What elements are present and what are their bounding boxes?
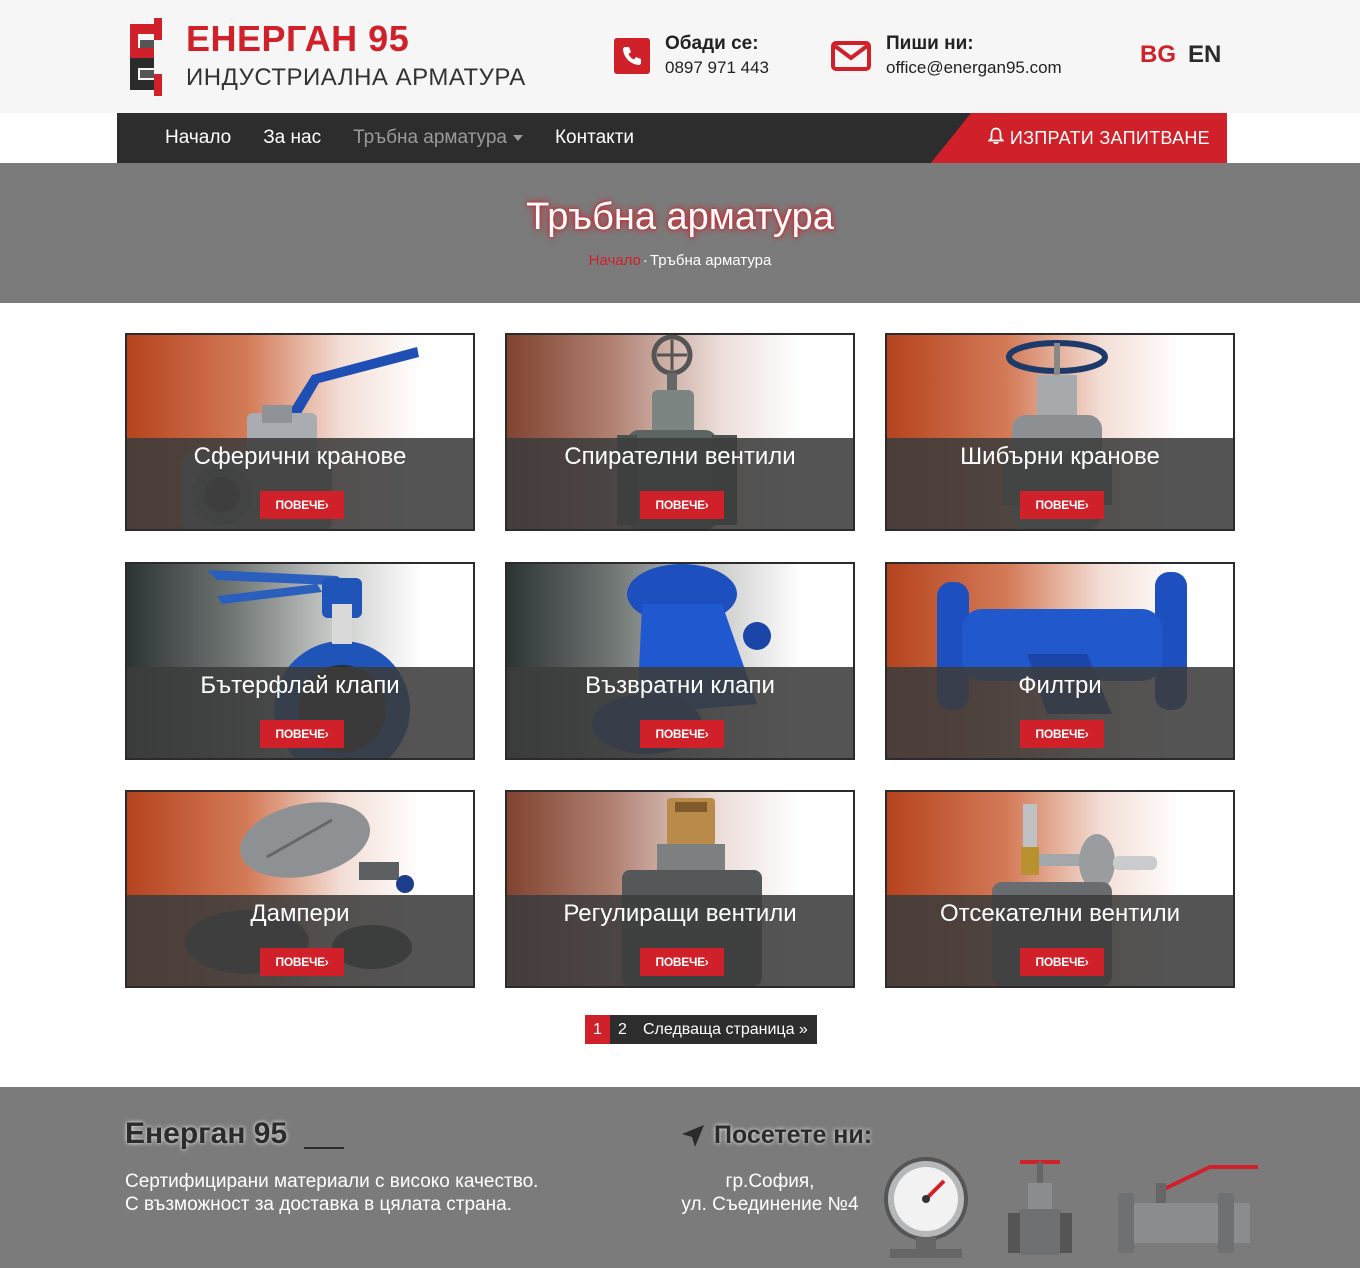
product-title[interactable]: Бътерфлай клапи bbox=[127, 672, 473, 700]
visit-heading: Посетете ни: bbox=[680, 1121, 872, 1150]
product-title[interactable]: Отсекателни вентили bbox=[887, 900, 1233, 928]
product-card[interactable]: Отсекателни вентили ПОВЕЧЕ › bbox=[885, 790, 1235, 988]
more-button[interactable]: ПОВЕЧЕ › bbox=[1020, 491, 1104, 519]
lang-en[interactable]: EN bbox=[1188, 41, 1221, 69]
product-card[interactable]: Шибърни кранове ПОВЕЧЕ › bbox=[885, 333, 1235, 531]
product-title[interactable]: Спирателни вентили bbox=[507, 443, 853, 471]
more-button[interactable]: ПОВЕЧЕ › bbox=[640, 720, 724, 748]
next-page-button[interactable]: Следваща страница » bbox=[635, 1015, 817, 1044]
nav-item-about[interactable]: За нас bbox=[247, 113, 337, 163]
more-button[interactable]: ПОВЕЧЕ › bbox=[640, 948, 724, 976]
footer-valves-illustration bbox=[884, 1157, 1258, 1258]
breadcrumb-separator: · bbox=[642, 252, 648, 269]
pagination: 1 2 Следваща страница » bbox=[585, 1015, 817, 1044]
product-card[interactable]: Сферични кранове ПОВЕЧЕ › bbox=[125, 333, 475, 531]
product-card[interactable]: Бътерфлай клапи ПОВЕЧЕ › bbox=[125, 562, 475, 760]
phone-label: Обади се: bbox=[665, 33, 759, 54]
location-arrow-icon bbox=[682, 1124, 704, 1147]
chevron-right-icon: › bbox=[704, 498, 709, 512]
send-inquiry-button[interactable]: ИЗПРАТИ ЗАПИТВАНЕ bbox=[931, 113, 1227, 163]
more-button[interactable]: ПОВЕЧЕ › bbox=[260, 720, 344, 748]
main-nav: Начало За нас Тръбна арматура Контакти И… bbox=[117, 113, 1227, 163]
site-footer: Енерган 95 Сертифицирани материали с вис… bbox=[0, 1087, 1360, 1268]
product-title[interactable]: Филтри bbox=[887, 672, 1233, 700]
more-label: ПОВЕЧЕ bbox=[655, 955, 706, 969]
nav-item-contacts[interactable]: Контакти bbox=[539, 113, 650, 163]
send-inquiry-label: ИЗПРАТИ ЗАПИТВАНЕ bbox=[1009, 127, 1210, 148]
address-line: гр.София, bbox=[725, 1171, 815, 1192]
chevron-right-icon: › bbox=[704, 727, 709, 741]
more-button[interactable]: ПОВЕЧЕ › bbox=[640, 491, 724, 519]
caret-down-icon bbox=[512, 135, 523, 141]
nav-item-pipe-fittings[interactable]: Тръбна арматура bbox=[337, 113, 539, 163]
bell-icon bbox=[987, 127, 1005, 150]
breadcrumb: Начало · Тръбна арматура bbox=[0, 252, 1360, 269]
nav-item-pipe-fittings-label: Тръбна арматура bbox=[353, 127, 507, 148]
phone-number[interactable]: 0897 971 443 bbox=[665, 58, 769, 78]
logo-icon[interactable] bbox=[124, 18, 168, 96]
product-card[interactable]: Филтри ПОВЕЧЕ › bbox=[885, 562, 1235, 760]
breadcrumb-home[interactable]: Начало bbox=[589, 252, 641, 269]
visit-label: Посетете ни: bbox=[714, 1121, 873, 1149]
chevron-right-icon: › bbox=[324, 727, 329, 741]
email-label: Пиши ни: bbox=[886, 33, 974, 54]
more-button[interactable]: ПОВЕЧЕ › bbox=[1020, 720, 1104, 748]
product-card[interactable]: Спирателни вентили ПОВЕЧЕ › bbox=[505, 333, 855, 531]
footer-title-underline bbox=[304, 1147, 344, 1149]
page-1-button[interactable]: 1 bbox=[585, 1015, 610, 1044]
more-label: ПОВЕЧЕ bbox=[275, 955, 326, 969]
product-card[interactable]: Възвратни клапи ПОВЕЧЕ › bbox=[505, 562, 855, 760]
chevron-right-icon: › bbox=[1084, 498, 1089, 512]
footer-description: Сертифицирани материали с високо качеств… bbox=[125, 1170, 538, 1216]
brand-subtitle: ИНДУСТРИАЛНА АРМАТУРА bbox=[186, 64, 526, 91]
more-button[interactable]: ПОВЕЧЕ › bbox=[260, 491, 344, 519]
more-button[interactable]: ПОВЕЧЕ › bbox=[1020, 948, 1104, 976]
chevron-right-icon: › bbox=[704, 955, 709, 969]
chevron-right-icon: › bbox=[1084, 727, 1089, 741]
chevron-right-icon: › bbox=[324, 955, 329, 969]
product-title[interactable]: Сферични кранове bbox=[127, 443, 473, 471]
more-label: ПОВЕЧЕ bbox=[655, 498, 706, 512]
mail-icon bbox=[831, 38, 871, 74]
more-button[interactable]: ПОВЕЧЕ › bbox=[260, 948, 344, 976]
product-title[interactable]: Дампери bbox=[127, 900, 473, 928]
chevron-right-icon: › bbox=[1084, 955, 1089, 969]
product-card[interactable]: Регулиращи вентили ПОВЕЧЕ › bbox=[505, 790, 855, 988]
footer-text-line: С възможност за доставка в цялата страна… bbox=[125, 1194, 512, 1215]
product-title[interactable]: Регулиращи вентили bbox=[507, 900, 853, 928]
nav-item-home[interactable]: Начало bbox=[117, 113, 247, 163]
lang-bg[interactable]: BG bbox=[1140, 41, 1176, 69]
more-label: ПОВЕЧЕ bbox=[275, 498, 326, 512]
product-title[interactable]: Шибърни кранове bbox=[887, 443, 1233, 471]
page-2-button[interactable]: 2 bbox=[610, 1015, 635, 1044]
footer-text-line: Сертифицирани материали с високо качеств… bbox=[125, 1171, 539, 1192]
email-address[interactable]: office@energan95.com bbox=[886, 58, 1062, 78]
address: гр.София, ул. Съединение №4 bbox=[660, 1170, 880, 1216]
email-contact[interactable]: Пиши ни: office@energan95.com bbox=[831, 33, 1062, 78]
product-title[interactable]: Възвратни клапи bbox=[507, 672, 853, 700]
site-header: ЕНЕРГАН 95 ИНДУСТРИАЛНА АРМАТУРА Обади с… bbox=[0, 0, 1360, 113]
more-label: ПОВЕЧЕ bbox=[1035, 498, 1086, 512]
more-label: ПОВЕЧЕ bbox=[1035, 955, 1086, 969]
chevron-right-icon: › bbox=[324, 498, 329, 512]
footer-title: Енерган 95 bbox=[125, 1117, 288, 1150]
product-card[interactable]: Дампери ПОВЕЧЕ › bbox=[125, 790, 475, 988]
phone-icon bbox=[614, 37, 650, 74]
brand-title[interactable]: ЕНЕРГАН 95 bbox=[186, 18, 409, 60]
address-line: ул. Съединение №4 bbox=[681, 1194, 859, 1215]
breadcrumb-current: Тръбна арматура bbox=[649, 252, 772, 269]
more-label: ПОВЕЧЕ bbox=[655, 727, 706, 741]
page-hero: Тръбна арматура Начало · Тръбна арматура bbox=[0, 163, 1360, 303]
phone-contact[interactable]: Обади се: 0897 971 443 bbox=[614, 33, 769, 78]
more-label: ПОВЕЧЕ bbox=[1035, 727, 1086, 741]
page-title: Тръбна арматура bbox=[526, 196, 834, 238]
more-label: ПОВЕЧЕ bbox=[275, 727, 326, 741]
